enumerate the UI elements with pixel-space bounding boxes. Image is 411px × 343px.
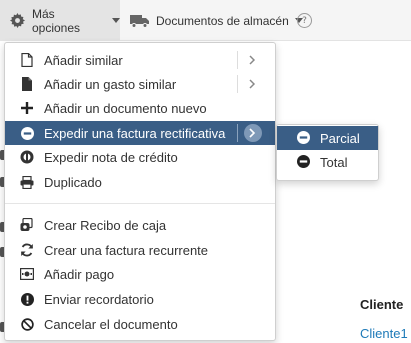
menu-item-label: Crear una factura recurrente (44, 242, 209, 258)
chevron-right-icon[interactable] (237, 51, 267, 69)
corrective-invoice-submenu: Parcial Total (276, 124, 379, 181)
menu-item-label: Duplicado (44, 174, 102, 190)
menu-item-label: Añadir un documento nuevo (44, 100, 207, 116)
help-icon[interactable]: ? (297, 13, 312, 28)
plus-icon (19, 100, 35, 116)
credit-note-icon (19, 149, 35, 165)
submenu-item-total[interactable]: Total (277, 150, 378, 174)
cash-receipt-icon (19, 217, 35, 233)
minus-circle-icon (297, 131, 311, 145)
menu-item-label: Añadir pago (44, 266, 115, 282)
print-icon (19, 174, 35, 190)
menu-item-add-similar[interactable]: Añadir similar (5, 48, 275, 72)
menu-item-create-recurring-invoice[interactable]: Crear una factura recurrente (5, 238, 275, 262)
refresh-icon (19, 242, 35, 258)
menu-item-label: Enviar recordatorio (44, 291, 154, 307)
minus-circle-icon (19, 125, 35, 141)
file-outline-icon (19, 52, 35, 68)
menu-item-create-cash-receipt[interactable]: Crear Recibo de caja (5, 213, 275, 237)
chevron-down-icon (112, 18, 120, 23)
warehouse-documents-label: Documentos de almacén (156, 13, 289, 28)
menu-item-cancel-document[interactable]: Cancelar el documento (5, 312, 275, 336)
menu-item-label: Crear Recibo de caja (44, 217, 167, 233)
more-options-menu: Añadir similar Añadir un gasto similar A… (4, 42, 276, 341)
menu-item-label: Expedir nota de crédito (44, 149, 178, 165)
payment-icon (19, 266, 35, 282)
chevron-right-icon[interactable] (237, 124, 267, 142)
gear-icon (9, 12, 27, 30)
minus-circle-icon (297, 155, 311, 169)
menu-item-send-reminder[interactable]: Enviar recordatorio (5, 287, 275, 311)
submenu-item-label: Total (320, 154, 348, 170)
menu-item-label: Expedir una factura rectificativa (44, 125, 226, 141)
more-options-label: Más opciones (31, 6, 81, 35)
ban-icon (19, 316, 35, 332)
truck-icon (129, 12, 151, 30)
menu-item-label: Cancelar el documento (44, 316, 178, 332)
submenu-item-label: Parcial (320, 130, 360, 146)
menu-item-add-new-document[interactable]: Añadir un documento nuevo (5, 96, 275, 120)
file-solid-icon (19, 76, 35, 92)
client-column-header: Cliente (360, 297, 404, 312)
chevron-right-icon[interactable] (237, 75, 267, 93)
menu-item-label: Añadir similar (44, 52, 123, 68)
menu-item-add-similar-expense[interactable]: Añadir un gasto similar (5, 72, 275, 96)
menu-item-duplicate[interactable]: Duplicado (5, 170, 275, 194)
toolbar: Más opciones Documentos de almacén ? (0, 0, 411, 41)
client-link[interactable]: Cliente1 (360, 326, 408, 341)
submenu-item-partial[interactable]: Parcial (277, 126, 378, 150)
menu-divider (5, 203, 275, 204)
menu-item-issue-corrective-invoice[interactable]: Expedir una factura rectificativa (5, 121, 275, 145)
menu-item-add-payment[interactable]: Añadir pago (5, 262, 275, 286)
exclamation-circle-icon (19, 291, 35, 307)
more-options-button[interactable]: Más opciones (0, 0, 120, 41)
menu-item-issue-credit-note[interactable]: Expedir nota de crédito (5, 145, 275, 169)
menu-item-label: Añadir un gasto similar (44, 76, 177, 92)
warehouse-documents-button[interactable]: Documentos de almacén (127, 0, 303, 41)
